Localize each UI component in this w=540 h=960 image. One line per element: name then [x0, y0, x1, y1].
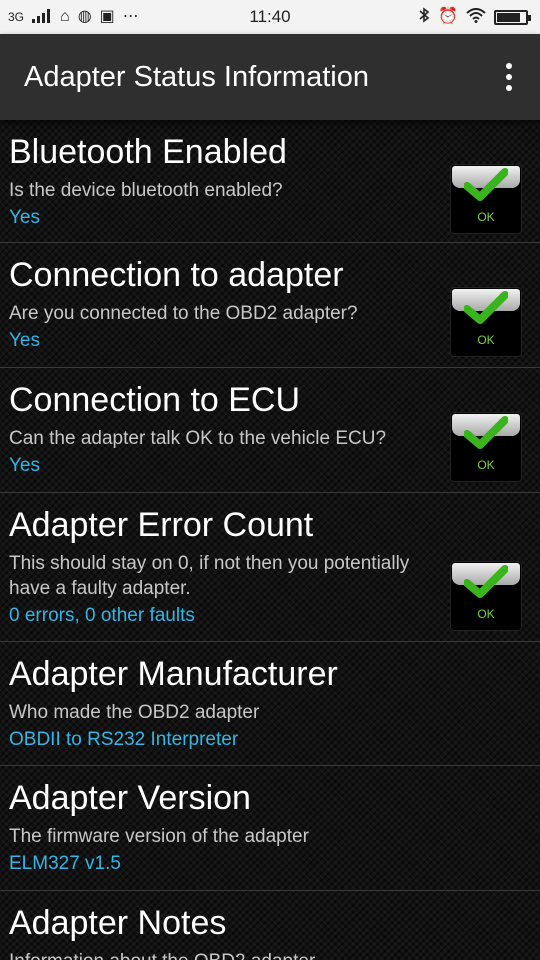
wifi-icon [466, 7, 486, 27]
checkmark-icon [464, 416, 508, 449]
status-label: OK [477, 607, 495, 621]
item-title: Adapter Version [9, 779, 251, 817]
bluetooth-icon [418, 7, 430, 27]
list-item-connection-to-adapter[interactable]: Connection to adapter Are you connected … [0, 243, 540, 368]
checkmark-icon [464, 565, 508, 598]
battery-icon [494, 9, 531, 25]
item-title: Adapter Error Count [9, 506, 314, 544]
item-title: Adapter Notes [9, 904, 227, 942]
item-description: The firmware version of the adapter [9, 826, 309, 847]
network-type: 3G [8, 10, 25, 24]
checkmark-icon [464, 168, 508, 201]
app-bar: Adapter Status Information [0, 34, 540, 120]
checkmark-icon [464, 291, 508, 324]
status-bar: 3G ⌂ ◍ ▣ ⋯ 11:40 ⏰ [0, 0, 540, 34]
ok-status-badge: OK [450, 412, 522, 482]
page-title: Adapter Status Information [24, 60, 369, 93]
list-item-adapter-manufacturer[interactable]: Adapter Manufacturer Who made the OBD2 a… [0, 642, 540, 766]
overflow-menu-icon[interactable] [494, 57, 524, 97]
list-item-connection-to-ecu[interactable]: Connection to ECU Can the adapter talk O… [0, 368, 540, 493]
signal-icon [32, 8, 52, 26]
ok-status-badge: OK [450, 561, 522, 631]
item-description: Who made the OBD2 adapter [9, 702, 260, 723]
more-notifications-icon: ⋯ [122, 8, 139, 25]
status-label: OK [477, 458, 495, 472]
status-label: OK [477, 333, 495, 347]
ok-status-badge: OK [450, 164, 522, 234]
status-bar-left: 3G ⌂ ◍ ▣ ⋯ [8, 8, 139, 26]
list-item-adapter-error-count[interactable]: Adapter Error Count This should stay on … [0, 493, 540, 642]
screenshot-icon: ▣ [99, 8, 115, 25]
item-value: ELM327 v1.5 [9, 853, 121, 874]
alarm-icon: ⏰ [438, 8, 458, 25]
item-description: Information about the OBD2 adapter [9, 949, 531, 960]
list-item-adapter-version[interactable]: Adapter Version The firmware version of … [0, 766, 540, 891]
item-title: Adapter Manufacturer [9, 655, 338, 693]
notification-icon: ⌂ [60, 8, 70, 25]
list-item-bluetooth-enabled[interactable]: Bluetooth Enabled Is the device bluetoot… [0, 120, 540, 243]
item-value: OBDII to RS232 Interpreter [9, 729, 239, 750]
status-bar-right: ⏰ [418, 7, 531, 27]
status-list[interactable]: Bluetooth Enabled Is the device bluetoot… [0, 120, 540, 960]
status-label: OK [477, 210, 495, 224]
ok-status-badge: OK [450, 287, 522, 357]
list-item-adapter-notes[interactable]: Adapter Notes Information about the OBD2… [0, 891, 540, 960]
browser-icon: ◍ [77, 8, 92, 25]
